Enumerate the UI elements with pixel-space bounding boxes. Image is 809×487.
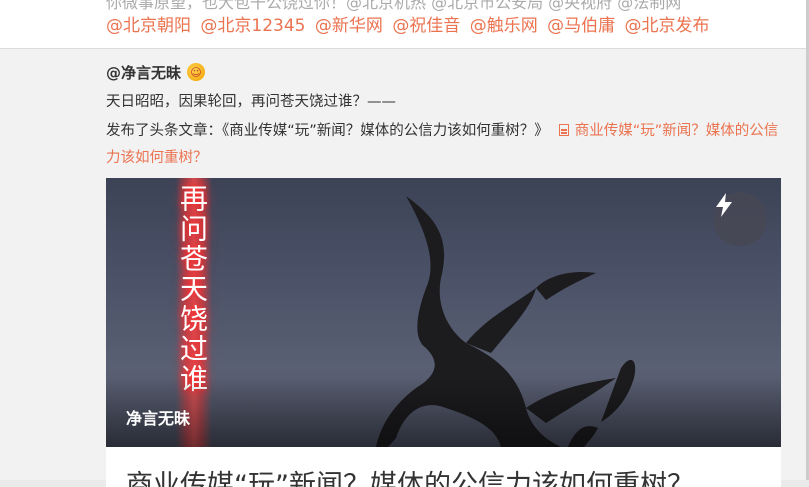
- cover-author-label: 净言无昧: [126, 409, 191, 428]
- mention-link[interactable]: @触乐网: [470, 16, 538, 36]
- lightning-icon: [716, 193, 732, 217]
- emoji-badge-icon: ☺: [187, 63, 206, 81]
- mention-link[interactable]: @马伯庸: [547, 16, 615, 36]
- mention-link[interactable]: @新华网: [315, 16, 383, 36]
- lightning-button[interactable]: [713, 192, 767, 246]
- cover-vertical-title: 再问苍天饶过谁: [176, 184, 209, 394]
- post-text-line-2: 发布了头条文章：《商业传媒“玩”新闻？媒体的公信力该如何重树？》 商业传媒“玩”新…: [106, 118, 786, 172]
- author-row: @净言无昧 ☺: [106, 61, 206, 83]
- author-name-link[interactable]: @净言无昧: [106, 62, 181, 83]
- clipped-text-line: 你微事原望，也大包干公饶过你！@北京机热 @北京市公安局 @央视府 @法制网: [106, 0, 682, 12]
- mention-row: @北京朝阳 @北京12345 @新华网 @祝佳音 @触乐网 @马伯庸 @北京发布: [106, 15, 714, 37]
- mention-link[interactable]: @祝佳音: [392, 16, 460, 36]
- article-title: 商业传媒“玩”新闻？媒体的公信力该如何重树？: [126, 470, 694, 487]
- document-icon: [558, 124, 569, 136]
- mention-link[interactable]: @北京12345: [200, 16, 305, 36]
- article-title-strip[interactable]: 商业传媒“玩”新闻？媒体的公信力该如何重树？: [106, 447, 781, 487]
- repost-card: @净言无昧 ☺ 天日昭昭，因果轮回，再问苍天饶过谁？—— 发布了头条文章：《商业…: [0, 49, 806, 487]
- mention-link[interactable]: @北京发布: [625, 16, 710, 36]
- article-cover-image[interactable]: 再问苍天饶过谁 净言无昧: [106, 178, 781, 447]
- post-text-prefix: 发布了头条文章：《商业传媒“玩”新闻？媒体的公信力该如何重树？》: [106, 123, 549, 139]
- mention-link[interactable]: @北京朝阳: [106, 16, 191, 36]
- cover-shade: [106, 377, 781, 447]
- post-text-line-1: 天日昭昭，因果轮回，再问苍天饶过谁？——: [106, 94, 396, 110]
- previous-post-card: 你微事原望，也大包干公饶过你！@北京机热 @北京市公安局 @央视府 @法制网 @…: [0, 0, 809, 49]
